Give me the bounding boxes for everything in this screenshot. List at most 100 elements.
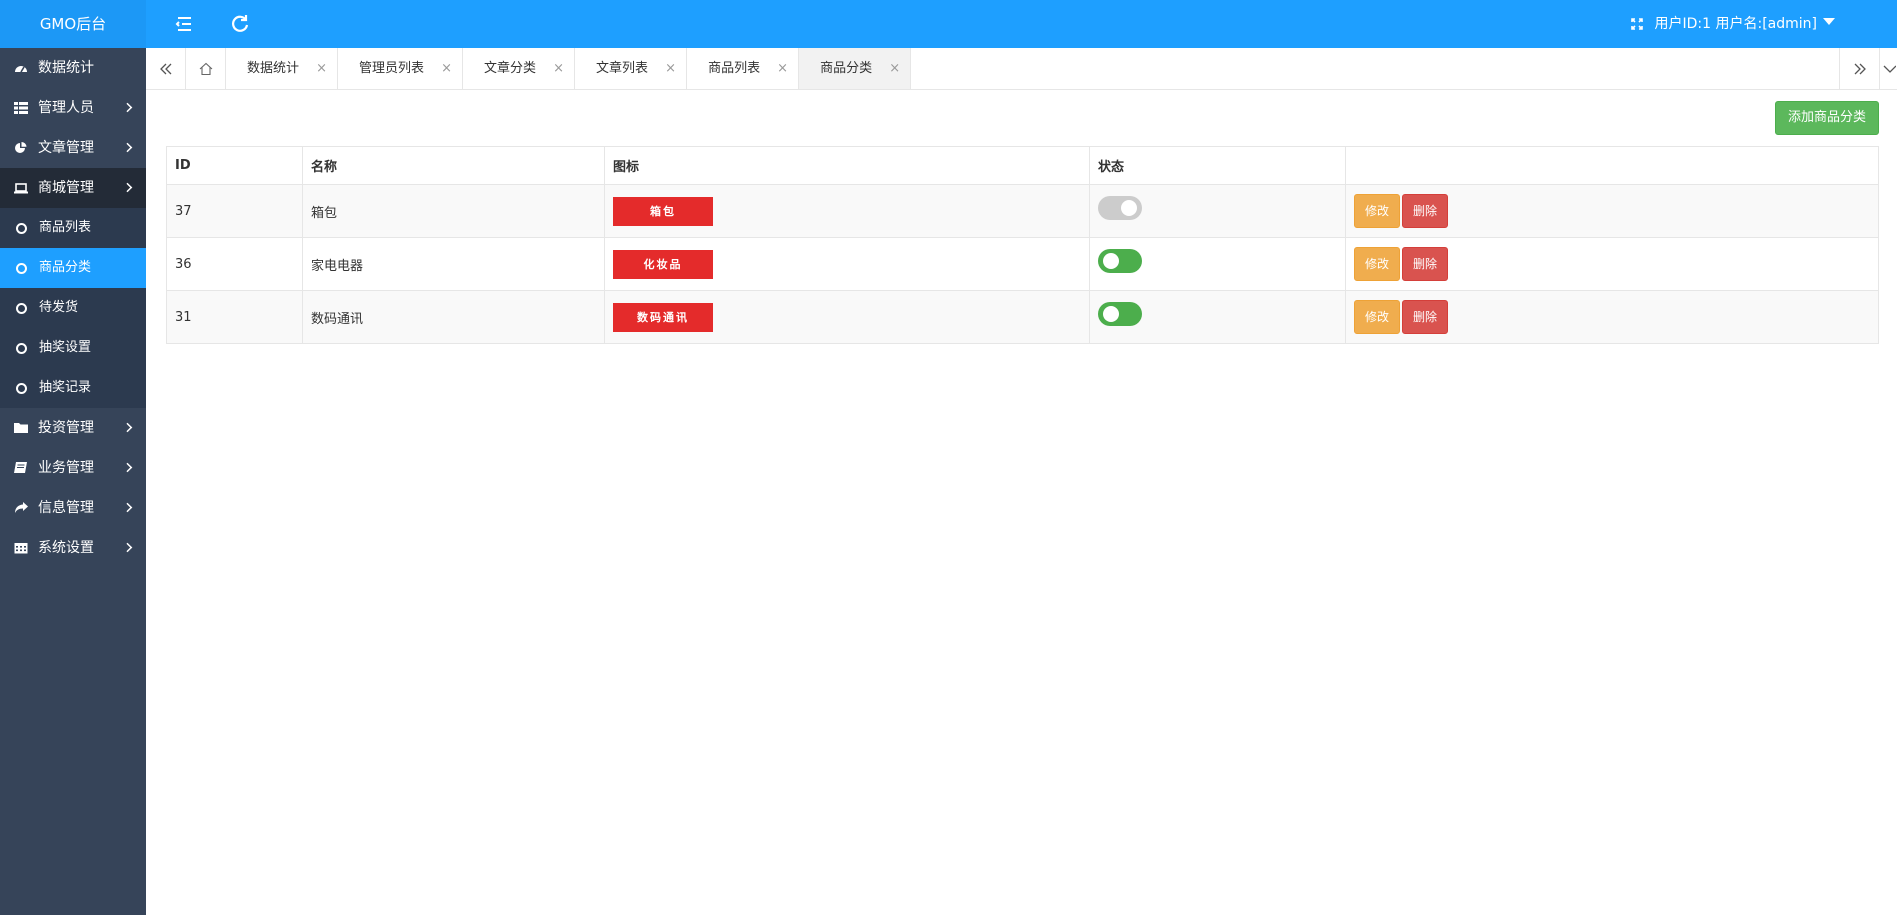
edit-button[interactable]: 修改 — [1354, 300, 1401, 334]
sidebar-subitem-product-list[interactable]: 商品列表 — [0, 208, 146, 248]
delete-button[interactable]: 删除 — [1402, 247, 1449, 281]
column-header-status: 状态 — [1089, 146, 1346, 185]
cell-name: 家电电器 — [302, 237, 605, 291]
close-icon[interactable]: × — [889, 48, 900, 89]
category-image: 化妆品 — [613, 249, 713, 279]
table-row: 31 数码通讯 数码通讯 修改 删除 — [166, 290, 1879, 344]
sidebar-item-business[interactable]: 业务管理 — [0, 448, 146, 488]
sidebar-item-label: 数据统计 — [38, 60, 94, 76]
tab-label: 商品分类 — [820, 61, 873, 76]
table-row: 37 箱包 箱包 修改 删除 — [166, 184, 1879, 238]
tab-admin-list[interactable]: 管理员列表 × — [338, 48, 464, 89]
fullscreen-icon[interactable] — [1625, 12, 1649, 36]
cell-name: 箱包 — [302, 184, 605, 238]
cell-id: 37 — [166, 184, 303, 238]
cell-icon: 化妆品 — [604, 237, 1090, 291]
tab-statistics[interactable]: 数据统计 × — [226, 48, 339, 89]
tabs-list: 数据统计 × 管理员列表 × 文章分类 × 文章列表 × 商品列表 × 商品分类 × — [226, 48, 912, 89]
delete-button[interactable]: 删除 — [1402, 194, 1449, 228]
pie-chart-icon — [14, 142, 28, 154]
status-toggle[interactable] — [1098, 302, 1142, 326]
tab-product-list[interactable]: 商品列表 × — [687, 48, 800, 89]
sidebar-item-label: 系统设置 — [38, 540, 94, 556]
sidebar-item-admins[interactable]: 管理人员 — [0, 88, 146, 128]
sidebar-item-mall[interactable]: 商城管理 — [0, 168, 146, 208]
category-image: 箱包 — [613, 196, 713, 226]
tabs-scroll-left-icon[interactable] — [146, 48, 186, 89]
column-header-actions — [1345, 146, 1879, 185]
status-toggle[interactable] — [1098, 196, 1142, 220]
cell-actions: 修改 删除 — [1345, 290, 1879, 344]
tab-product-category[interactable]: 商品分类 × — [799, 48, 912, 89]
toggle-knob — [1121, 200, 1137, 216]
chevron-right-icon — [122, 422, 133, 433]
sidebar-subitem-lottery-settings[interactable]: 抽奖设置 — [0, 328, 146, 368]
close-icon[interactable]: × — [316, 48, 327, 89]
close-icon[interactable]: × — [553, 48, 564, 89]
sidebar-item-label: 商城管理 — [38, 180, 94, 196]
user-info-label: 用户ID:1 用户名:[admin] — [1654, 16, 1818, 32]
refresh-icon[interactable] — [228, 12, 252, 36]
sidebar-subitem-lottery-records[interactable]: 抽奖记录 — [0, 368, 146, 408]
sidebar-subitem-product-category[interactable]: 商品分类 — [0, 248, 146, 288]
tab-label: 数据统计 — [247, 61, 300, 76]
tab-label: 商品列表 — [708, 61, 761, 76]
sidebar-subitem-pending-shipment[interactable]: 待发货 — [0, 288, 146, 328]
category-table: ID 名称 图标 状态 37 箱包 箱包 修改 删除 36 家电电器 化妆品 修… — [166, 146, 1879, 344]
home-tab-icon[interactable] — [186, 48, 226, 89]
tabs-scroll-right-icon[interactable] — [1840, 48, 1880, 89]
chevron-down-icon — [1823, 18, 1835, 25]
brand-logo[interactable]: GMO后台 — [0, 0, 146, 48]
delete-button[interactable]: 删除 — [1402, 300, 1449, 334]
column-header-icon: 图标 — [604, 146, 1090, 185]
sidebar-item-label: 信息管理 — [38, 500, 94, 516]
sidebar-item-investment[interactable]: 投资管理 — [0, 408, 146, 448]
cell-id: 36 — [166, 237, 303, 291]
user-menu[interactable]: 用户ID:1 用户名:[admin] — [1654, 0, 1835, 48]
status-toggle[interactable] — [1098, 249, 1142, 273]
sidebar-subitem-label: 抽奖设置 — [39, 340, 92, 355]
sidebar-item-label: 投资管理 — [38, 420, 94, 436]
add-category-button[interactable]: 添加商品分类 — [1774, 101, 1879, 135]
sidebar-subitem-label: 抽奖记录 — [39, 380, 92, 395]
tab-article-list[interactable]: 文章列表 × — [575, 48, 688, 89]
cell-status — [1089, 290, 1346, 344]
sidebar-item-statistics[interactable]: 数据统计 — [0, 48, 146, 88]
dashboard-icon — [14, 62, 28, 74]
sidebar-item-label: 业务管理 — [38, 460, 94, 476]
cell-actions: 修改 删除 — [1345, 184, 1879, 238]
menu-toggle-icon[interactable] — [172, 12, 196, 36]
close-icon[interactable]: × — [665, 48, 676, 89]
tabs-menu-chevron-icon[interactable] — [1882, 62, 1897, 76]
sidebar-item-settings[interactable]: 系统设置 — [0, 528, 146, 568]
category-image: 数码通讯 — [613, 302, 713, 332]
circle-icon — [16, 343, 27, 354]
chevron-right-icon — [122, 102, 133, 113]
circle-icon — [16, 303, 27, 314]
cell-status — [1089, 184, 1346, 238]
sidebar-item-label: 管理人员 — [38, 100, 94, 116]
share-icon — [14, 502, 28, 514]
sidebar-item-information[interactable]: 信息管理 — [0, 488, 146, 528]
tab-article-category[interactable]: 文章分类 × — [463, 48, 576, 89]
toggle-knob — [1103, 253, 1119, 269]
chevron-right-icon — [122, 542, 133, 553]
edit-button[interactable]: 修改 — [1354, 194, 1401, 228]
tab-label: 管理员列表 — [359, 61, 425, 76]
tab-label: 文章列表 — [596, 61, 649, 76]
grid-icon — [14, 102, 28, 114]
sidebar-subitem-label: 商品列表 — [39, 220, 92, 235]
calendar-icon — [14, 542, 28, 554]
sidebar: 数据统计 管理人员 文章管理 商城管理 商品列表 商品分类 待发货 抽奖设置 抽… — [0, 48, 146, 915]
close-icon[interactable]: × — [441, 48, 452, 89]
cell-status — [1089, 237, 1346, 291]
sidebar-item-articles[interactable]: 文章管理 — [0, 128, 146, 168]
cell-id: 31 — [166, 290, 303, 344]
chevron-right-icon — [122, 142, 133, 153]
sidebar-subitem-label: 待发货 — [39, 300, 79, 315]
top-header: GMO后台 用户ID:1 用户名:[admin] — [0, 0, 1897, 48]
chevron-right-icon — [122, 502, 133, 513]
circle-icon — [16, 263, 27, 274]
edit-button[interactable]: 修改 — [1354, 247, 1401, 281]
close-icon[interactable]: × — [777, 48, 788, 89]
